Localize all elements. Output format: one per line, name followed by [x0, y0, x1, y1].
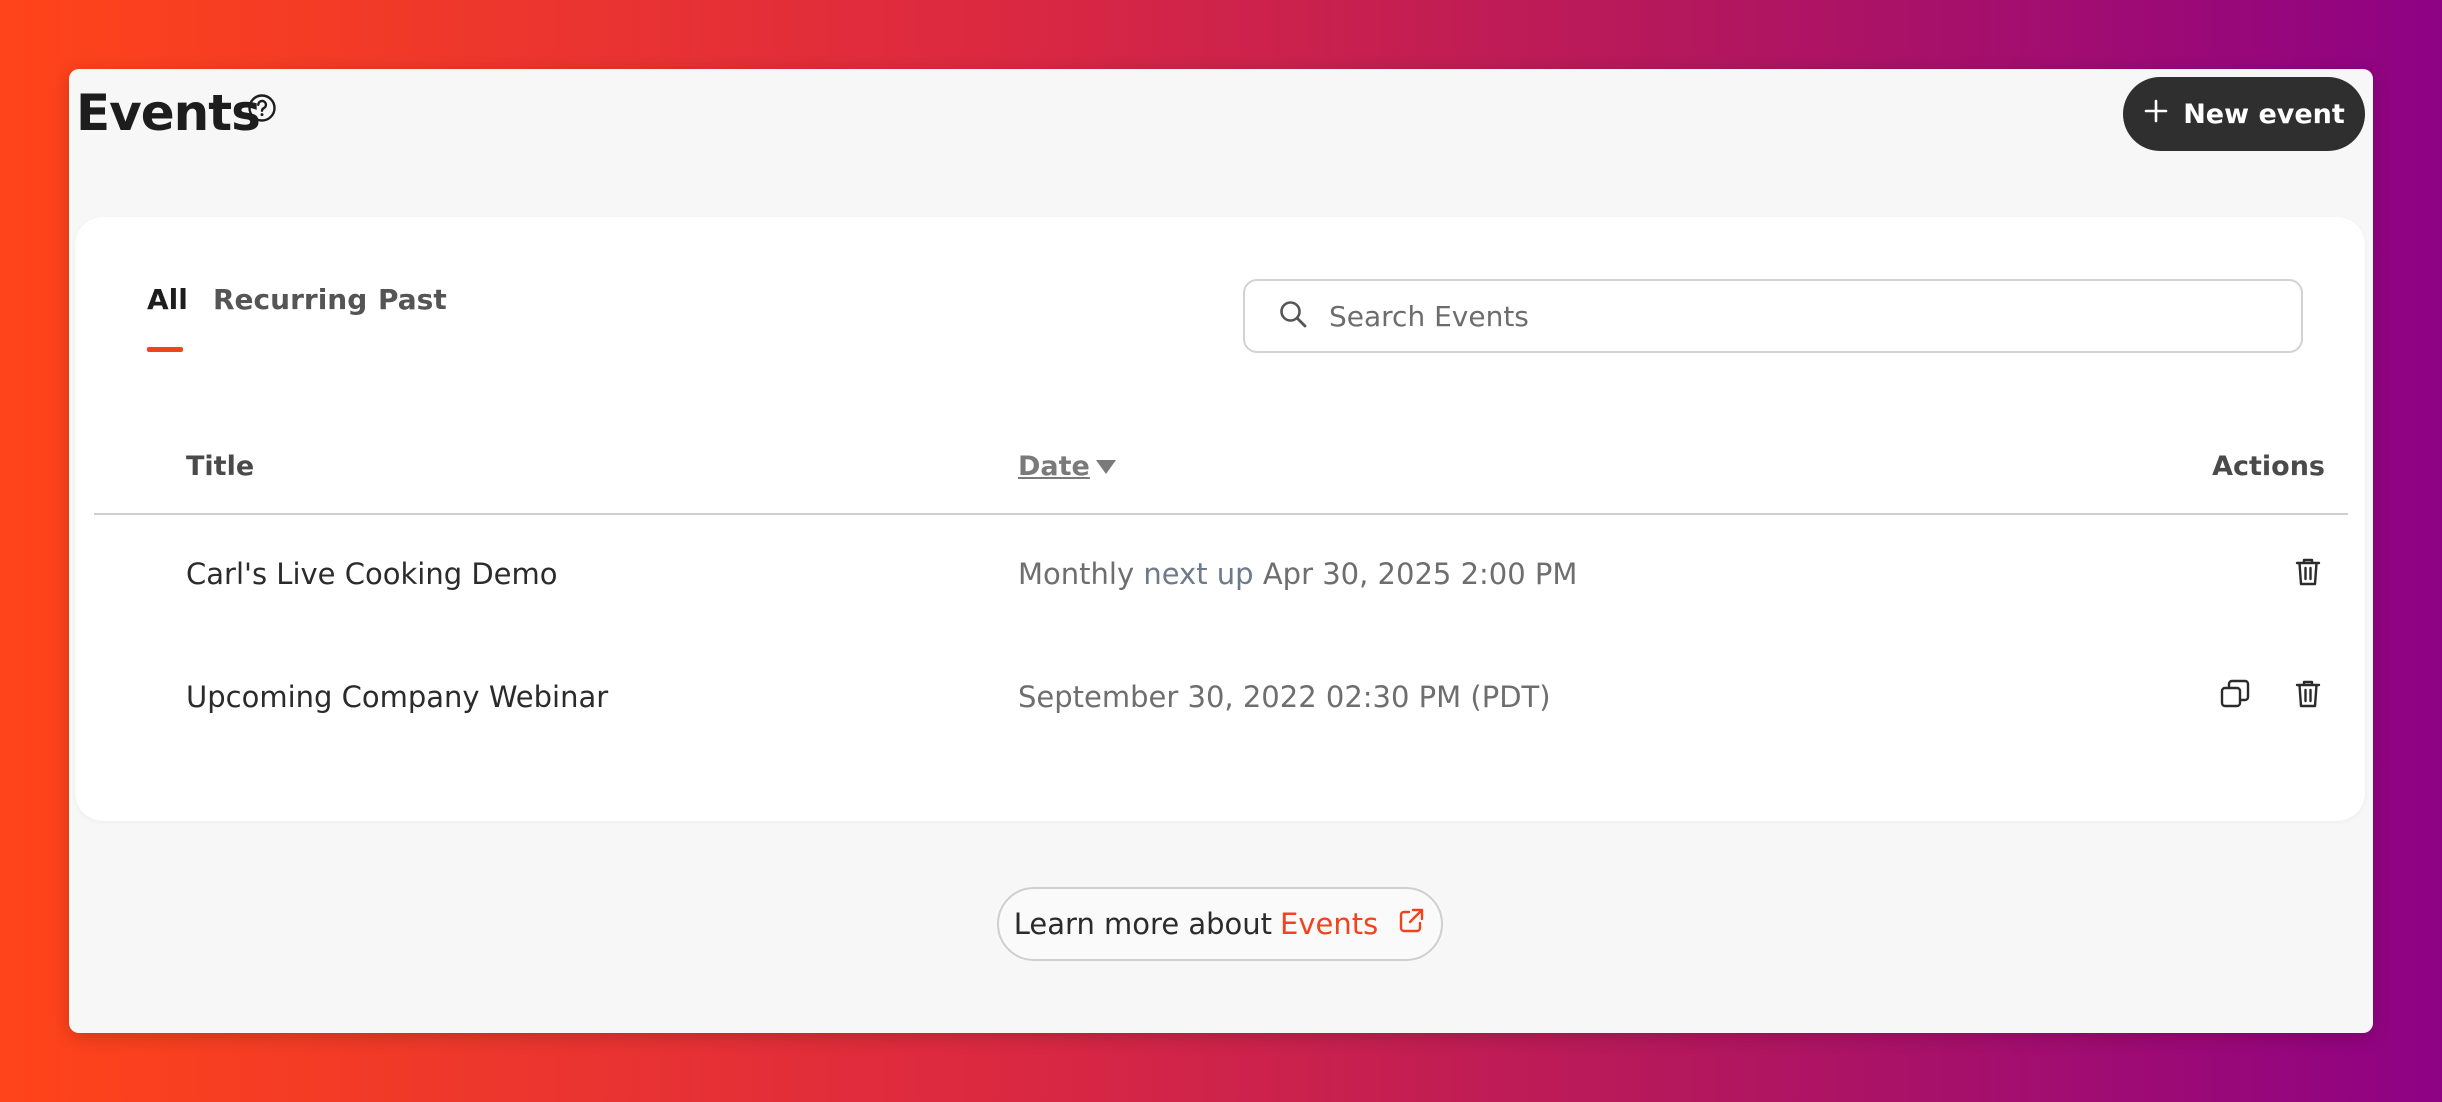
sort-descending-icon	[1095, 459, 1116, 474]
learn-more-link[interactable]: Events	[1280, 907, 1378, 941]
table-row-title: Upcoming Company Webinar	[186, 680, 609, 714]
events-card: All Recurring Past Title Date Actions Ca…	[75, 217, 2365, 821]
learn-more-button[interactable]: Learn more about Events	[997, 887, 1443, 961]
search-input[interactable]	[1327, 298, 2231, 334]
tab-recurring[interactable]: Recurring	[213, 283, 367, 316]
trash-icon[interactable]	[2291, 677, 2325, 711]
active-tab-indicator	[147, 347, 183, 352]
table-header-divider	[94, 513, 2348, 515]
copy-icon[interactable]	[2218, 677, 2252, 711]
recurrence-label: Monthly	[1018, 557, 1135, 591]
table-row-title: Carl's Live Cooking Demo	[186, 557, 558, 591]
tab-all[interactable]: All	[147, 283, 188, 316]
table-row-date: September 30, 2022 02:30 PM (PDT)	[1018, 680, 1551, 714]
search-icon	[1277, 298, 1309, 334]
tab-past[interactable]: Past	[378, 283, 447, 316]
column-header-date-label: Date	[1018, 451, 1090, 482]
table-row-date: Monthly next up Apr 30, 2025 2:00 PM	[1018, 557, 1577, 591]
column-header-title: Title	[186, 451, 255, 482]
events-window: Events New event All Recurring Past Sear…	[69, 69, 2373, 1033]
external-link-icon	[1386, 906, 1426, 943]
new-event-label: New event	[2183, 98, 2345, 130]
column-header-date[interactable]: Date	[1018, 451, 1116, 482]
new-event-button[interactable]: New event	[2123, 77, 2365, 151]
trash-icon[interactable]	[2291, 555, 2325, 589]
learn-more-prefix: Learn more about	[1013, 907, 1273, 941]
column-header-actions: Actions	[2212, 451, 2325, 482]
plus-icon	[2143, 98, 2169, 131]
help-circle-icon[interactable]	[247, 93, 277, 123]
search-box[interactable]	[1243, 279, 2303, 353]
page-title: Events	[76, 84, 261, 142]
next-up-label: next up	[1143, 557, 1254, 591]
date-value: Apr 30, 2025 2:00 PM	[1262, 557, 1578, 591]
